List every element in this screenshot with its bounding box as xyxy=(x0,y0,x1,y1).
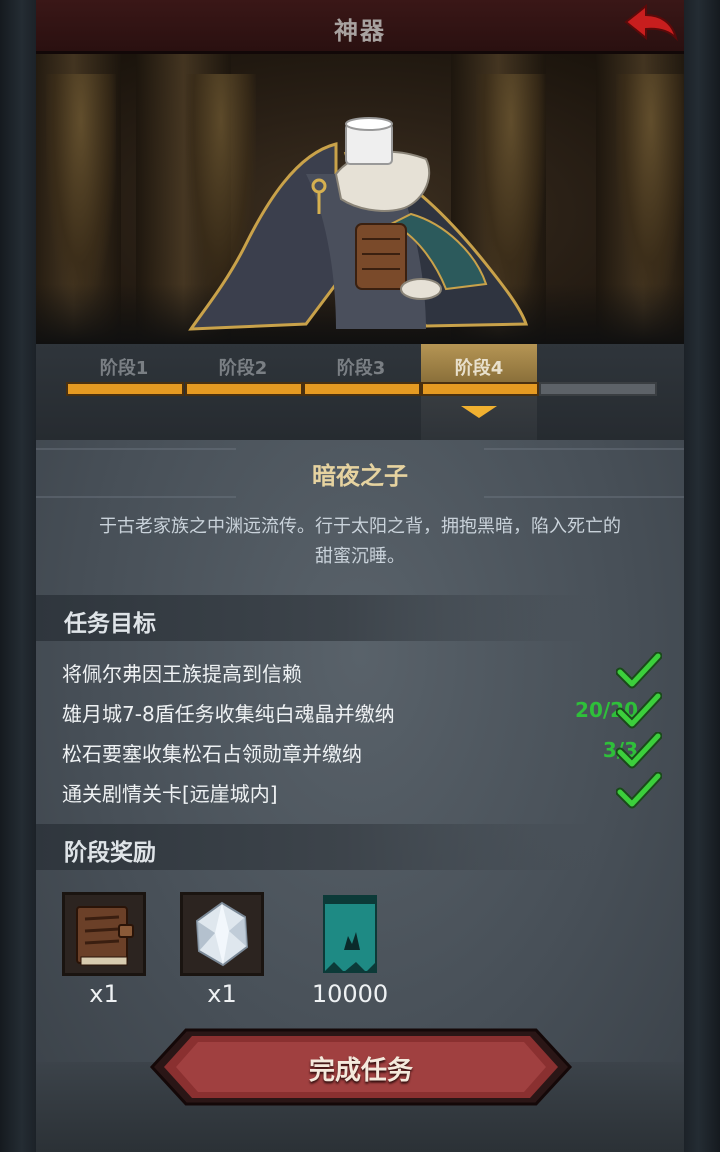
task-label: 将佩尔弗因王族提高到信赖 xyxy=(62,662,302,686)
stage-progress-segment xyxy=(66,382,184,396)
stage-progress-segment xyxy=(421,382,539,396)
reward-quantity: x1 xyxy=(89,980,119,1008)
task-row: 通关剧情关卡[远崖城内] xyxy=(62,772,662,809)
stage-tab-1[interactable]: 阶段1 xyxy=(66,344,182,382)
stage-tab-label: 阶段3 xyxy=(336,358,386,379)
task-label: 通关剧情关卡[远崖城内] xyxy=(62,782,278,806)
artifact-name: 暗夜之子 xyxy=(312,462,408,490)
stage-progress-segment xyxy=(185,382,303,396)
stage-tab-label: 阶段4 xyxy=(454,358,504,379)
back-arrow-icon xyxy=(624,3,678,42)
stage-tab-label: 阶段2 xyxy=(218,358,268,379)
artifact-description: 于古老家族之中渊远流传。行于太阳之背，拥抱黑暗，陷入死亡的 甜蜜沉睡。 xyxy=(66,512,654,572)
right-border xyxy=(684,0,720,1152)
artifact-showcase xyxy=(36,54,684,344)
task-row: 松石要塞收集松石占领勋章并缴纳 3/3 xyxy=(62,732,662,769)
reward-slot xyxy=(180,892,264,976)
artifact-screen: 神器 阶段1 阶段2 阶段3 阶段4 暗夜之子 于古老家族之中渊远流传。行于太阳… xyxy=(36,0,684,1152)
left-border xyxy=(0,0,36,1152)
task-label: 松石要塞收集松石占领勋章并缴纳 xyxy=(62,742,362,766)
stage-tab-3[interactable]: 阶段3 xyxy=(303,344,419,382)
section-title: 阶段奖励 xyxy=(64,840,156,866)
reward-slot xyxy=(308,892,392,976)
crystal-icon xyxy=(195,901,249,967)
section-title: 任务目标 xyxy=(64,611,156,637)
task-label: 雄月城7-8盾任务收集纯白魂晶并缴纳 xyxy=(62,702,395,726)
stage-tab-label: 阶段1 xyxy=(99,358,149,379)
reward-item[interactable]: x1 xyxy=(180,892,264,1008)
complete-task-label: 完成任务 xyxy=(308,1056,413,1086)
checkmark-icon xyxy=(616,732,662,769)
task-row: 雄月城7-8盾任务收集纯白魂晶并缴纳 20/20 xyxy=(62,692,662,729)
header-bar: 神器 xyxy=(36,0,684,54)
book-icon xyxy=(76,906,134,966)
reward-item[interactable]: 10000 xyxy=(308,892,392,1008)
complete-task-button[interactable]: 完成任务 xyxy=(146,1026,576,1108)
stage-detail-panel: 暗夜之子 于古老家族之中渊远流传。行于太阳之背，拥抱黑暗，陷入死亡的 甜蜜沉睡。… xyxy=(36,440,684,1152)
reward-quantity: 10000 xyxy=(311,980,389,1008)
stage-progress-segment xyxy=(303,382,421,396)
reward-slot xyxy=(62,892,146,976)
rewards-section-header: 阶段奖励 xyxy=(36,824,596,870)
reward-item[interactable]: x1 xyxy=(62,892,146,1008)
checkmark-icon xyxy=(616,692,662,729)
checkmark-icon xyxy=(616,652,662,689)
description-line: 于古老家族之中渊远流传。行于太阳之背，拥抱黑暗，陷入死亡的 xyxy=(99,516,621,537)
stage-progress-segment xyxy=(539,382,657,396)
tasks-section-header: 任务目标 xyxy=(36,595,596,641)
back-button[interactable] xyxy=(620,2,680,50)
stage-tab-2[interactable]: 阶段2 xyxy=(185,344,301,382)
task-row: 将佩尔弗因王族提高到信赖 xyxy=(62,652,662,689)
checkmark-icon xyxy=(616,772,662,809)
description-line: 甜蜜沉睡。 xyxy=(315,546,405,567)
cloak-artifact-icon xyxy=(188,117,529,331)
stage-selector: 阶段1 阶段2 阶段3 阶段4 xyxy=(36,344,684,440)
statue-figure xyxy=(616,74,684,304)
banner-icon xyxy=(323,895,377,973)
page-title: 神器 xyxy=(334,17,386,45)
reward-quantity: x1 xyxy=(207,980,237,1008)
statue-figure xyxy=(46,74,116,304)
